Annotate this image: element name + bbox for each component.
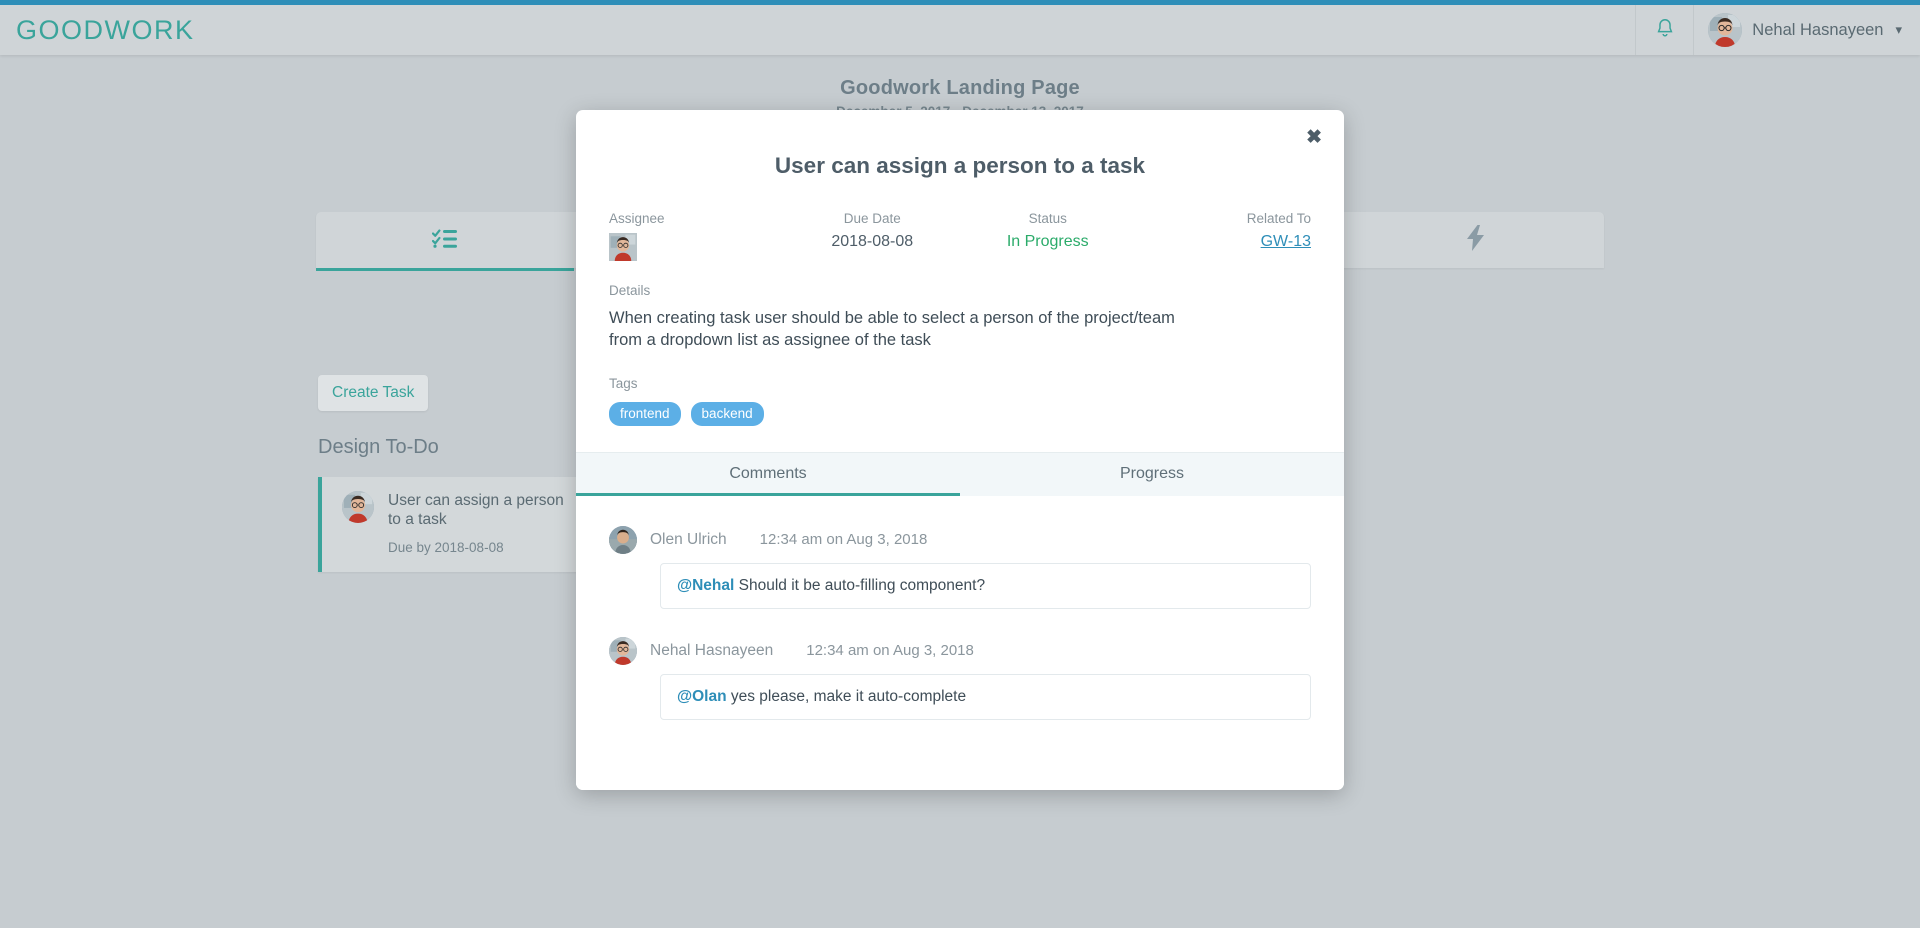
tags-label: Tags: [609, 375, 638, 391]
avatar: [1708, 13, 1743, 47]
status-label: Status: [1028, 211, 1067, 226]
details-text: When creating task user should be able t…: [609, 309, 1175, 350]
meta-assignee: Assignee: [609, 211, 785, 261]
comment-item: Olen Ulrich 12:34 am on Aug 3, 2018 @Neh…: [609, 525, 1311, 609]
tags-list: frontend backend: [609, 401, 1311, 426]
comment-header: Nehal Hasnayeen 12:34 am on Aug 3, 2018: [609, 636, 1311, 665]
mention-link[interactable]: @Nehal: [677, 577, 734, 594]
status-badge: In Progress: [1006, 233, 1089, 250]
task-card-title: User can assign a person to a task: [388, 492, 564, 529]
user-menu-button[interactable]: Nehal Hasnayeen ▾: [1693, 5, 1920, 55]
task-card-due: Due by 2018-08-08: [388, 539, 504, 555]
bell-icon: [1654, 17, 1676, 44]
create-task-button[interactable]: Create Task: [318, 375, 429, 411]
app-brand-logo[interactable]: GOODWORK: [16, 15, 195, 46]
comments-list: Olen Ulrich 12:34 am on Aug 3, 2018 @Neh…: [576, 495, 1344, 790]
chevron-down-icon: ▾: [1895, 22, 1902, 37]
details-label: Details: [609, 283, 651, 298]
task-list-icon: [431, 228, 458, 253]
related-to-link[interactable]: GW-13: [1136, 233, 1311, 251]
task-detail-modal: ✖ User can assign a person to a task Ass…: [576, 110, 1344, 790]
avatar: [342, 491, 374, 523]
comment-text: yes please, make it auto-complete: [726, 687, 967, 705]
related-to-label: Related To: [1246, 211, 1311, 226]
tags-section: Tags frontend backend: [609, 376, 1311, 426]
due-date-value: 2018-08-08: [831, 233, 914, 250]
comment-header: Olen Ulrich 12:34 am on Aug 3, 2018: [609, 525, 1311, 554]
comment-timestamp: 12:34 am on Aug 3, 2018: [759, 531, 928, 549]
modal-tabbar: Comments Progress: [576, 451, 1344, 496]
modal-title: User can assign a person to a task: [774, 153, 1146, 178]
tab-progress[interactable]: Progress: [960, 453, 1344, 496]
comment-text: Should it be auto-filling component?: [734, 576, 986, 594]
avatar: [609, 636, 637, 665]
tab-tasks[interactable]: [316, 212, 574, 271]
avatar[interactable]: [609, 233, 785, 261]
comment-author: Olen Ulrich: [650, 530, 727, 548]
close-icon[interactable]: ✖: [1306, 128, 1322, 147]
todo-list-heading: Design To-Do: [318, 436, 439, 458]
meta-status: Status In Progress: [960, 211, 1136, 261]
comment-body: @Nehal Should it be auto-filling compone…: [660, 562, 1311, 609]
task-meta-row: Assignee Due Date 2018-08-08 Status In P…: [609, 211, 1311, 261]
avatar: [609, 525, 637, 554]
assignee-label: Assignee: [609, 211, 665, 226]
navbar-right-group: Nehal Hasnayeen ▾: [1635, 5, 1920, 55]
comment-timestamp: 12:34 am on Aug 3, 2018: [806, 642, 974, 660]
meta-related-to: Related To GW-13: [1136, 211, 1311, 261]
page-title: Goodwork Landing Page: [840, 77, 1080, 99]
notifications-button[interactable]: [1635, 5, 1693, 55]
comment-body: @Olan yes please, make it auto-complete: [660, 673, 1311, 720]
tab-activity[interactable]: [1346, 212, 1604, 268]
due-date-label: Due Date: [843, 211, 901, 226]
lightning-bolt-icon: [1466, 224, 1484, 256]
tab-comments[interactable]: Comments: [576, 453, 960, 496]
details-section: Details When creating task user should b…: [609, 283, 1311, 352]
comment-item: Nehal Hasnayeen 12:34 am on Aug 3, 2018 …: [609, 636, 1311, 720]
tag-chip[interactable]: backend: [690, 401, 764, 426]
meta-due-date: Due Date 2018-08-08: [785, 211, 961, 261]
top-navbar: GOODWORK Nehal Hasnayeen ▾: [0, 0, 1920, 55]
task-card-text: User can assign a person to a task Due b…: [388, 491, 578, 555]
user-name-label: Nehal Hasnayeen: [1752, 20, 1884, 39]
mention-link[interactable]: @Olan: [677, 688, 727, 705]
tag-chip[interactable]: frontend: [609, 401, 681, 426]
comment-author: Nehal Hasnayeen: [650, 641, 774, 659]
